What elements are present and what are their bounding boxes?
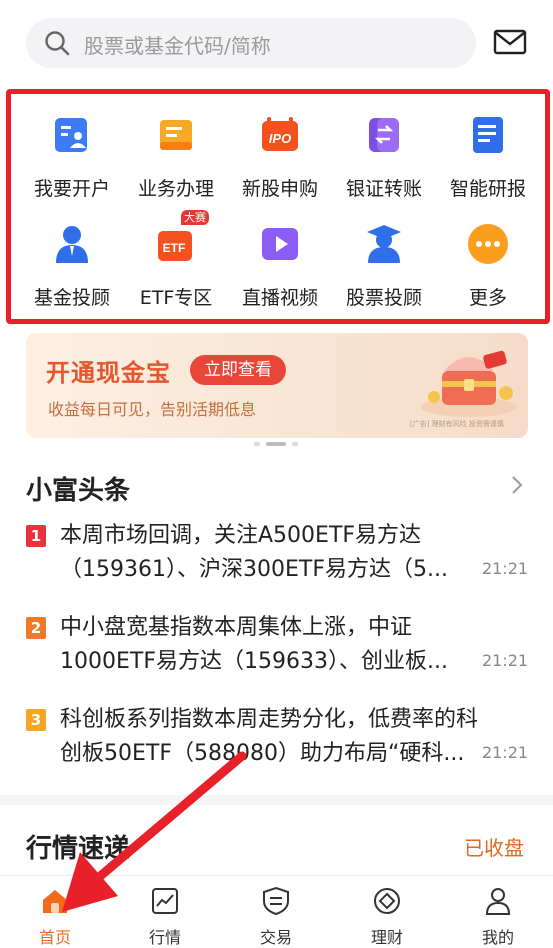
quick-entry-label: 业务办理 [137,178,214,200]
chart-icon [152,888,178,914]
open-account-icon [55,118,87,152]
stock-advisor-icon [367,225,401,263]
news-rank-badge: 2 [26,617,46,639]
promo-banner[interactable]: 开通现金宝 立即查看 收益每日可见，告别活期低息 [广告] 理财有风险 投资需谨… [26,333,528,438]
tab-label: 交易 [259,928,292,947]
ipo-icon: IPO [262,117,298,151]
bottom-tab-bar: 首页 行情 交易 理财 我的 [0,875,553,948]
news-text: 本周市场回调，关注A500ETF易方达（159361）、沪深300ETF易方达（… [60,523,448,582]
search-row: 股票或基金代码/简称 [0,0,553,88]
tab-label: 首页 [38,928,71,947]
quick-entry-label: 智能研报 [449,178,526,200]
quick-entry-more[interactable]: 更多 [436,208,540,309]
tab-wealth[interactable]: 理财 [332,876,442,948]
chevron-right-icon[interactable] [508,474,526,496]
research-report-icon [473,117,503,153]
quick-entry-grid: 我要开户 业务办理 IPO 新股申购 银证转账 智能研报 基金投顾 ETF 大赛… [6,89,550,324]
search-icon [45,31,70,56]
quick-entry-label: 直播视频 [241,287,318,309]
news-section-title: 小富头条 [26,476,131,506]
news-text: 中小盘宽基指数本周集体上涨，中证1000ETF易方达（159633）、创业板..… [60,615,448,674]
news-item[interactable]: 1 本周市场回调，关注A500ETF易方达（159361）、沪深300ETF易方… [26,519,531,591]
quick-entry-label: 新股申购 [241,178,318,200]
more-icon [468,224,508,264]
pagination-dot-active [266,442,286,446]
quick-entry-live-video[interactable]: 直播视频 [228,208,332,309]
wealth-icon [374,888,400,914]
etf-icon-text: ETF [163,241,186,255]
news-time: 21:21 [482,743,529,762]
banner-cta-button[interactable]: 立即查看 [190,355,286,385]
quick-entry-open-account[interactable]: 我要开户 [20,99,124,200]
search-placeholder: 股票或基金代码/简称 [84,34,271,58]
quick-entry-business[interactable]: 业务办理 [124,99,228,200]
quick-entry-bank-transfer[interactable]: 银证转账 [332,99,436,200]
tab-label: 行情 [148,928,181,947]
section-divider [0,795,553,805]
quick-entry-ipo[interactable]: IPO 新股申购 [228,99,332,200]
trade-icon [263,886,289,916]
ipo-icon-text: IPO [269,131,291,146]
news-rank-badge: 3 [26,709,46,731]
contest-tag: 大赛 [181,210,209,225]
etf-zone-icon: ETF [158,231,192,261]
business-handling-icon [160,120,192,150]
tab-profile[interactable]: 我的 [443,876,553,948]
tab-label: 我的 [481,928,514,947]
news-time: 21:21 [482,651,529,670]
mail-icon[interactable] [493,28,527,56]
news-rank-badge: 1 [26,525,46,547]
live-video-icon [262,228,298,260]
profile-icon [485,888,511,915]
fund-advisor-icon [56,226,88,263]
quick-entry-label: ETF专区 [139,287,213,309]
banner-title: 开通现金宝 [46,359,171,387]
quick-entry-label: 我要开户 [33,178,110,200]
pagination-dot [292,442,298,446]
news-text: 科创板系列指数本周走势分化，低费率的科创板50ETF（588080）助力布局“硬… [60,707,479,766]
market-status: 已收盘 [464,836,524,860]
market-section-title: 行情速递 [26,834,131,864]
home-icon [43,890,67,913]
treasure-chest-illustration [421,350,517,417]
quick-entry-label: 基金投顾 [33,287,110,309]
quick-entry-label: 银证转账 [345,178,422,200]
quick-entry-fund-advisor[interactable]: 基金投顾 [20,208,124,309]
quick-entry-etf[interactable]: ETF 大赛 ETF专区 [124,208,228,309]
quick-entry-research[interactable]: 智能研报 [436,99,540,200]
search-input[interactable]: 股票或基金代码/简称 [26,18,476,68]
quick-entry-label: 更多 [468,287,507,309]
banner-pagination [254,441,300,447]
tab-home[interactable]: 首页 [0,876,110,948]
quick-entry-stock-advisor[interactable]: 股票投顾 [332,208,436,309]
bank-transfer-icon [369,118,399,152]
tab-label: 理财 [370,928,403,947]
news-time: 21:21 [482,559,529,578]
news-item[interactable]: 2 中小盘宽基指数本周集体上涨，中证1000ETF易方达（159633）、创业板… [26,611,531,683]
tab-market[interactable]: 行情 [110,876,220,948]
banner-subtitle: 收益每日可见，告别活期低息 [48,400,257,419]
news-item[interactable]: 3 科创板系列指数本周走势分化，低费率的科创板50ETF（588080）助力布局… [26,703,531,775]
banner-disclaimer: [广告] 理财有风险 投资需谨慎 [410,420,504,428]
tab-trade[interactable]: 交易 [221,876,331,948]
pagination-dot [254,442,260,446]
quick-entry-label: 股票投顾 [345,287,422,309]
